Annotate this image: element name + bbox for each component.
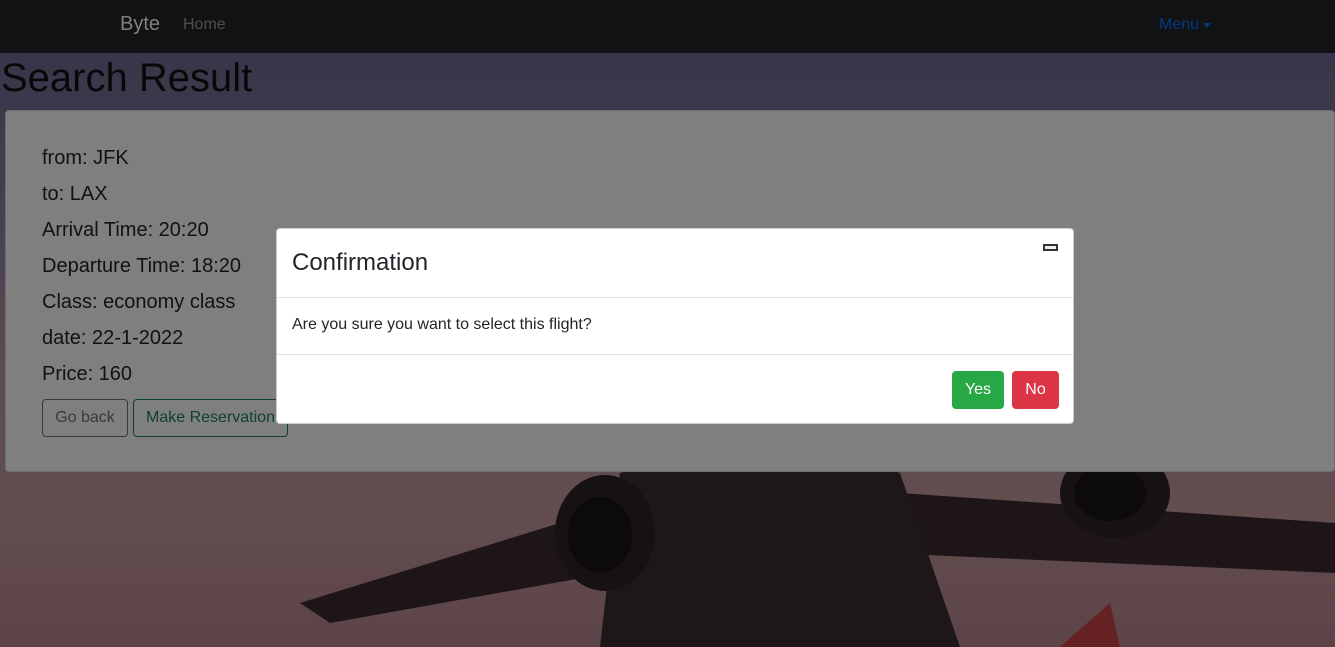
modal-header: Confirmation — [277, 229, 1073, 298]
confirmation-modal: Confirmation Are you sure you want to se… — [276, 228, 1074, 424]
modal-title: Confirmation — [292, 249, 429, 276]
close-icon[interactable] — [1043, 244, 1058, 251]
yes-button[interactable]: Yes — [952, 371, 1004, 409]
modal-message: Are you sure you want to select this fli… — [292, 316, 592, 333]
modal-body: Are you sure you want to select this fli… — [277, 298, 1073, 355]
no-button[interactable]: No — [1012, 371, 1059, 409]
